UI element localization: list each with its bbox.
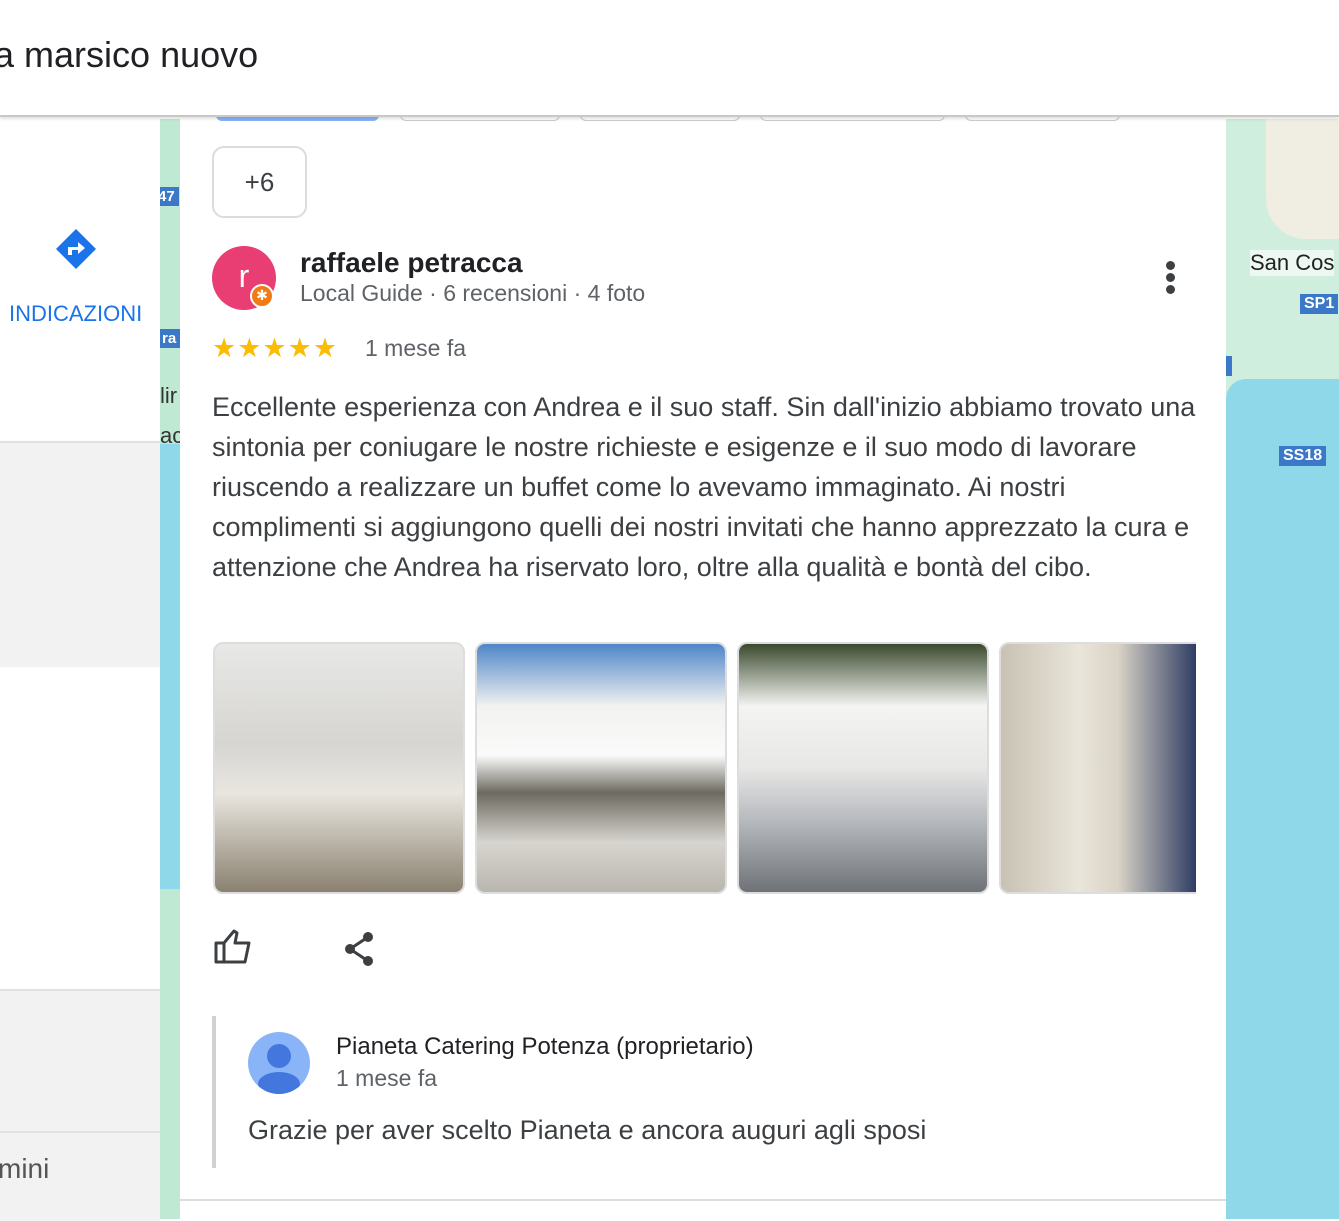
more-options-icon[interactable] bbox=[1162, 261, 1178, 295]
road-shield: SS18 bbox=[1279, 446, 1327, 466]
search-input[interactable]: nza marsico nuovo bbox=[0, 34, 258, 76]
road-shield: 47 bbox=[160, 187, 179, 206]
owner-name: Pianeta Catering Potenza (proprietario) bbox=[336, 1033, 754, 1060]
place-side-panel: INDICAZIONI mini bbox=[0, 119, 160, 1221]
review-text: Eccellente esperienza con Andrea e il su… bbox=[212, 392, 1196, 582]
search-header: nza marsico nuovo bbox=[0, 0, 1339, 117]
review-photo[interactable] bbox=[213, 642, 465, 894]
review-panel: +6 r ✱ raffaele petracca Local Guide · 6… bbox=[180, 115, 1226, 1219]
star-rating: ★★★★★ bbox=[212, 333, 339, 363]
map-strip[interactable]: 47 ra lir ac bbox=[160, 119, 180, 1219]
reviewer-name[interactable]: raffaele petracca bbox=[300, 247, 523, 279]
directions-icon[interactable] bbox=[56, 229, 96, 269]
road-shield: SP1 bbox=[1300, 294, 1339, 314]
review-date: 1 mese fa bbox=[365, 335, 466, 361]
review-photo[interactable] bbox=[475, 642, 727, 894]
person-icon bbox=[258, 1044, 300, 1094]
owner-reply-text: Grazie per aver scelto Pianeta e ancora … bbox=[248, 1115, 927, 1145]
reviewer-meta: Local Guide · 6 recensioni · 4 foto bbox=[300, 280, 646, 306]
owner-reply-date: 1 mese fa bbox=[336, 1065, 437, 1091]
reply-divider bbox=[212, 1016, 216, 1168]
map-label: lir bbox=[160, 383, 178, 408]
local-guide-badge-icon: ✱ bbox=[250, 284, 274, 308]
review-photo[interactable] bbox=[999, 642, 1196, 894]
map[interactable]: San Cos SP1 SS18 bbox=[1226, 119, 1339, 1219]
road-shield: ra bbox=[160, 329, 180, 348]
more-filters-button[interactable]: +6 bbox=[212, 146, 307, 218]
share-icon[interactable] bbox=[342, 931, 376, 967]
panel-section bbox=[0, 989, 160, 1134]
thumbs-up-icon[interactable] bbox=[214, 929, 252, 965]
owner-avatar bbox=[248, 1032, 310, 1094]
review-photo[interactable] bbox=[737, 642, 989, 894]
directions-button[interactable]: INDICAZIONI bbox=[9, 301, 142, 327]
divider bbox=[180, 1199, 1226, 1201]
panel-section bbox=[0, 441, 160, 667]
panel-text: mini bbox=[0, 1153, 50, 1184]
map-place-label: San Cos bbox=[1250, 250, 1335, 276]
